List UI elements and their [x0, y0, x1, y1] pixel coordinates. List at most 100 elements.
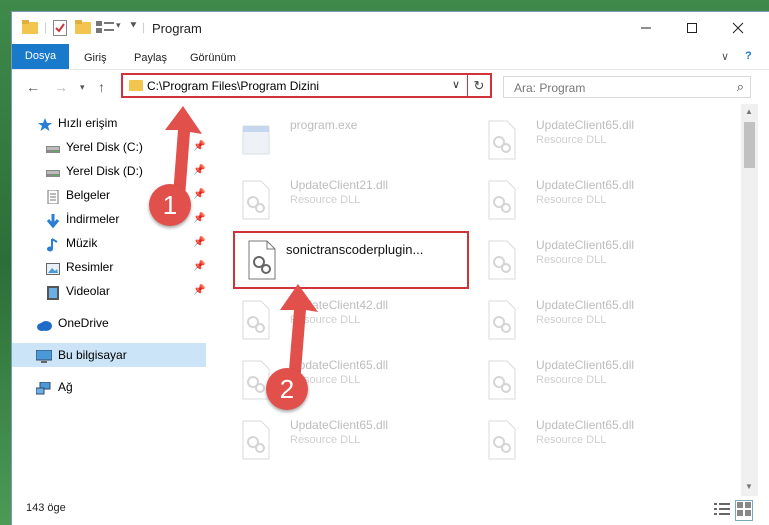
title-bar: | ▾ ⯆ | Program	[12, 12, 769, 44]
pin-icon[interactable]: 📌	[193, 279, 205, 303]
pin-icon[interactable]: 📌	[193, 231, 205, 255]
help-icon[interactable]: ?	[745, 50, 752, 62]
list-item[interactable]: UpdateClient65.dll Resource DLL	[475, 292, 715, 348]
sidebar-item-label: Belgeler	[66, 188, 111, 202]
sidebar-item-videos[interactable]: Videolar 📌	[12, 279, 206, 303]
minimize-button[interactable]	[623, 12, 669, 44]
search-icon: ⌕	[736, 79, 744, 94]
pin-icon[interactable]: 📌	[193, 255, 205, 279]
file-type: Resource DLL	[536, 134, 607, 146]
scroll-up-icon[interactable]: ▲	[745, 107, 753, 116]
details-view-icon[interactable]	[714, 502, 730, 519]
drive-icon	[46, 140, 60, 154]
file-type: Resource DLL	[536, 254, 607, 266]
address-bar[interactable]: C:\Program Files\Program Dizini ∨ ↻	[121, 73, 492, 98]
address-path: C:\Program Files\Program Dizini	[147, 79, 320, 93]
cloud-icon	[36, 316, 52, 331]
folder-icon	[22, 20, 38, 37]
folder-icon	[129, 80, 143, 91]
sidebar-item-label: Yerel Disk (D:)	[66, 164, 143, 178]
file-name: UpdateClient65.dll	[536, 238, 635, 252]
list-item[interactable]: UpdateClient21.dll Resource DLL	[229, 172, 469, 228]
dll-file-icon	[488, 300, 516, 340]
maximize-button[interactable]	[669, 12, 715, 44]
list-item[interactable]: UpdateClient65.dll Resource DLL	[475, 352, 715, 408]
list-item[interactable]: UpdateClient65.dll Resource DLL	[229, 352, 469, 408]
list-item[interactable]: program.exe	[229, 112, 469, 168]
tab-home[interactable]: Giriş	[84, 48, 107, 69]
sidebar-item-network[interactable]: Ağ	[12, 375, 206, 399]
properties-icon[interactable]	[53, 20, 67, 39]
file-name: UpdateClient65.dll	[536, 178, 635, 192]
file-name: UpdateClient65.dll	[536, 118, 635, 132]
sidebar-item-pictures[interactable]: Resimler 📌	[12, 255, 206, 279]
scroll-thumb[interactable]	[744, 122, 755, 168]
window-title: Program	[152, 21, 202, 36]
sidebar-item-this-pc[interactable]: Bu bilgisayar	[12, 343, 206, 367]
file-name: UpdateClient65.dll	[536, 358, 635, 372]
sidebar-item-music[interactable]: Müzik 📌	[12, 231, 206, 255]
video-icon	[46, 284, 60, 300]
close-button[interactable]	[715, 12, 761, 44]
computer-icon	[35, 348, 53, 363]
dll-file-icon	[242, 180, 270, 220]
up-arrow-icon[interactable]: ↑	[98, 79, 105, 95]
list-item[interactable]: UpdateClient65.dll Resource DLL	[475, 412, 715, 468]
music-icon	[46, 236, 60, 252]
application-icon	[242, 125, 270, 155]
list-item[interactable]: UpdateClient65.dll Resource DLL	[475, 172, 715, 228]
sidebar-item-label: Hızlı erişim	[58, 116, 118, 130]
refresh-icon[interactable]: ↻	[467, 75, 490, 96]
view-options-icon[interactable]	[96, 20, 114, 37]
vertical-scrollbar[interactable]: ▲ ▼	[741, 104, 758, 496]
dll-file-icon	[488, 180, 516, 220]
list-item[interactable]: UpdateClient65.dll Resource DLL	[475, 112, 715, 168]
expand-ribbon-icon[interactable]: ∨	[721, 50, 729, 63]
sidebar-item-label: Ağ	[58, 380, 73, 394]
separator: |	[44, 20, 48, 34]
tiles-view-icon[interactable]	[735, 500, 753, 521]
sidebar-item-label: Müzik	[66, 236, 98, 250]
file-type: Resource DLL	[536, 374, 607, 386]
document-icon	[46, 188, 60, 205]
file-name: program.exe	[290, 118, 358, 132]
back-arrow-icon[interactable]: ←	[26, 79, 40, 95]
tab-file[interactable]: Dosya	[12, 44, 69, 69]
file-name: UpdateClient65.dll	[536, 418, 635, 432]
file-type: Resource DLL	[536, 434, 607, 446]
file-type: Resource DLL	[290, 434, 361, 446]
dll-file-icon	[488, 360, 516, 400]
recent-locations-icon[interactable]: ▾	[80, 82, 85, 93]
file-name: UpdateClient65.dll	[536, 298, 635, 312]
address-row: ← → ▾ ↑ C:\Program Files\Program Dizini …	[12, 69, 769, 104]
forward-arrow-icon[interactable]: →	[54, 79, 68, 95]
status-bar: 143 öge	[12, 496, 769, 525]
list-item[interactable]: UpdateClient42.dll Resource DLL	[229, 292, 469, 348]
chevron-down-icon[interactable]: ∨	[452, 78, 460, 91]
item-count: 143 öge	[26, 502, 66, 514]
new-folder-icon[interactable]	[75, 20, 91, 37]
drive-icon	[46, 164, 60, 178]
tab-view[interactable]: Görünüm	[190, 48, 236, 69]
file-name: UpdateClient65.dll	[290, 418, 389, 432]
step-2-badge: 2	[266, 368, 308, 410]
dll-file-icon	[488, 420, 516, 460]
sidebar-item-label: Videolar	[66, 284, 110, 298]
file-type: Resource DLL	[536, 194, 607, 206]
sidebar-item-label: Yerel Disk (C:)	[66, 140, 143, 154]
file-type: Resource DLL	[536, 314, 607, 326]
dll-file-icon	[242, 420, 270, 460]
sidebar-item-label: OneDrive	[58, 316, 109, 330]
download-icon	[46, 212, 60, 229]
sidebar-item-onedrive[interactable]: OneDrive	[12, 311, 206, 335]
scroll-down-icon[interactable]: ▼	[745, 482, 753, 491]
customize-toolbar-icon[interactable]: ⯆	[129, 20, 138, 33]
search-input[interactable]: Ara: Program ⌕	[503, 76, 751, 98]
tab-share[interactable]: Paylaş	[134, 48, 167, 69]
list-item[interactable]: UpdateClient65.dll Resource DLL	[475, 232, 715, 288]
dll-file-icon	[488, 120, 516, 160]
list-item[interactable]: UpdateClient65.dll Resource DLL	[229, 412, 469, 468]
chevron-down-icon[interactable]: ▾	[116, 20, 121, 31]
file-name: UpdateClient21.dll	[290, 178, 389, 192]
search-placeholder: Ara: Program	[514, 81, 586, 95]
